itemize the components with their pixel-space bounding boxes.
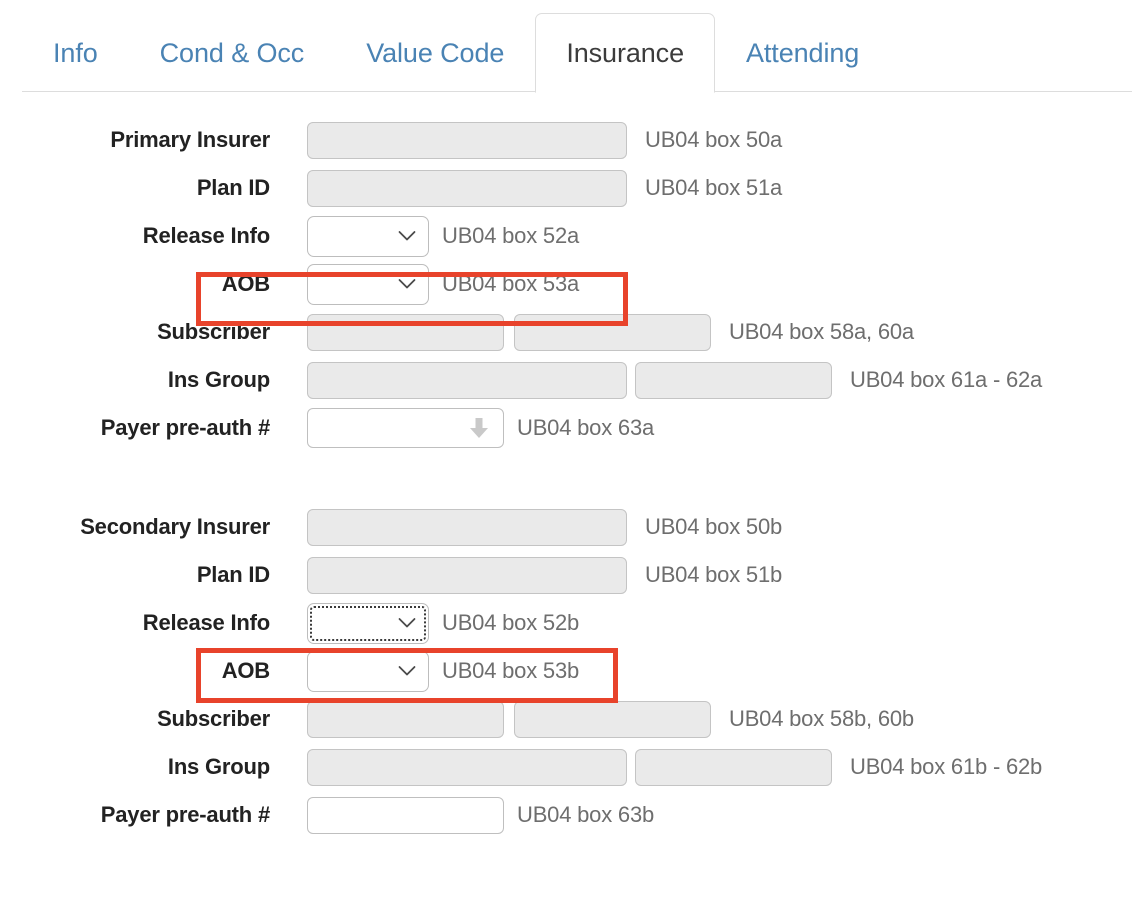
row-secondary-plan-id: Plan ID UB04 box 51b: [0, 551, 1132, 599]
row-primary-payer-preauth: Payer pre-auth # UB04 box 63a: [0, 404, 1132, 452]
tab-list: Info Cond & Occ Value Code Insurance Att…: [22, 0, 1132, 93]
helper-primary-aob: UB04 box 53a: [442, 271, 580, 296]
row-primary-aob: AOB UB04 box 53a: [0, 260, 1132, 308]
row-secondary-payer-preauth: Payer pre-auth # UB04 box 63b: [0, 791, 1132, 839]
fields-primary-insurer: UB04 box 50a: [307, 121, 783, 159]
secondary-ins-group-first-input[interactable]: [307, 748, 627, 786]
label-primary-subscriber: Subscriber: [157, 319, 270, 344]
row-secondary-insurer: Secondary Insurer UB04 box 50b: [0, 503, 1132, 551]
fields-primary-ins-group: UB04 box 61a - 62a: [307, 361, 1043, 399]
fields-primary-aob: UB04 box 53a: [307, 263, 580, 305]
primary-payer-preauth-input[interactable]: [307, 408, 504, 448]
label-primary-release-info: Release Info: [142, 223, 270, 248]
secondary-insurance-section: Secondary Insurer UB04 box 50b Plan ID U…: [0, 503, 1132, 839]
primary-ins-group-second-input[interactable]: [635, 361, 832, 399]
primary-aob-select[interactable]: [307, 263, 429, 305]
row-primary-plan-id: Plan ID UB04 box 51a: [0, 164, 1132, 212]
tab-cond-occ-label: Cond & Occ: [159, 38, 305, 68]
primary-release-info-select[interactable]: [307, 215, 429, 257]
tab-attending[interactable]: Attending: [715, 13, 890, 92]
label-secondary-aob: AOB: [221, 658, 270, 683]
helper-secondary-plan-id: UB04 box 51b: [645, 562, 783, 587]
insurance-form: Primary Insurer UB04 box 50a Plan ID UB0…: [0, 92, 1132, 839]
primary-plan-id-input[interactable]: [307, 169, 627, 207]
fields-primary-payer-preauth: UB04 box 63a: [307, 408, 654, 448]
label-secondary-release-info: Release Info: [142, 610, 270, 635]
label-primary-ins-group: Ins Group: [167, 367, 270, 392]
row-secondary-subscriber: Subscriber UB04 box 58b, 60b: [0, 695, 1132, 743]
fields-primary-subscriber: UB04 box 58a, 60a: [307, 313, 914, 351]
fields-secondary-payer-preauth: UB04 box 63b: [307, 796, 655, 834]
primary-insurer-input[interactable]: [307, 121, 627, 159]
helper-primary-subscriber: UB04 box 58a, 60a: [729, 319, 914, 344]
tab-value-code-label: Value Code: [366, 38, 505, 68]
row-secondary-ins-group: Ins Group UB04 box 61b - 62b: [0, 743, 1132, 791]
tab-cond-occ[interactable]: Cond & Occ: [129, 13, 336, 92]
row-secondary-release-info: Release Info UB04 box 52b: [0, 599, 1132, 647]
secondary-insurer-input[interactable]: [307, 508, 627, 546]
helper-primary-release-info: UB04 box 52a: [442, 223, 580, 248]
fields-primary-release-info: UB04 box 52a: [307, 215, 580, 257]
label-primary-payer-preauth: Payer pre-auth #: [100, 415, 270, 440]
secondary-release-info-select[interactable]: [307, 602, 429, 644]
tab-bar: Info Cond & Occ Value Code Insurance Att…: [0, 0, 1132, 93]
helper-primary-payer-preauth: UB04 box 63a: [517, 415, 655, 440]
chevron-down-icon: [398, 231, 416, 242]
secondary-subscriber-first-input[interactable]: [307, 700, 504, 738]
secondary-subscriber-second-input[interactable]: [514, 700, 711, 738]
fields-secondary-release-info: UB04 box 52b: [307, 602, 580, 644]
fields-secondary-ins-group: UB04 box 61b - 62b: [307, 748, 1043, 786]
helper-primary-plan-id: UB04 box 51a: [645, 175, 783, 200]
fields-secondary-insurer: UB04 box 50b: [307, 508, 783, 546]
helper-secondary-subscriber: UB04 box 58b, 60b: [729, 706, 914, 731]
tab-info[interactable]: Info: [22, 13, 129, 92]
primary-subscriber-first-input[interactable]: [307, 313, 504, 351]
label-secondary-ins-group: Ins Group: [167, 754, 270, 779]
secondary-plan-id-input[interactable]: [307, 556, 627, 594]
label-primary-plan-id: Plan ID: [196, 175, 270, 200]
section-divider-spacer: [0, 452, 1132, 503]
chevron-down-icon: [398, 618, 416, 629]
row-secondary-aob: AOB UB04 box 53b: [0, 647, 1132, 695]
tab-value-code[interactable]: Value Code: [335, 13, 535, 92]
helper-secondary-payer-preauth: UB04 box 63b: [517, 802, 655, 827]
chevron-down-icon: [398, 666, 416, 677]
helper-secondary-ins-group: UB04 box 61b - 62b: [850, 754, 1043, 779]
fields-secondary-aob: UB04 box 53b: [307, 650, 580, 692]
helper-secondary-aob: UB04 box 53b: [442, 658, 580, 683]
secondary-ins-group-second-input[interactable]: [635, 748, 832, 786]
tab-insurance[interactable]: Insurance: [535, 13, 715, 93]
row-primary-ins-group: Ins Group UB04 box 61a - 62a: [0, 356, 1132, 404]
arrow-down-icon[interactable]: [468, 416, 490, 440]
secondary-payer-preauth-input[interactable]: [307, 796, 504, 834]
primary-subscriber-second-input[interactable]: [514, 313, 711, 351]
label-secondary-insurer: Secondary Insurer: [80, 514, 270, 539]
primary-ins-group-first-input[interactable]: [307, 361, 627, 399]
label-primary-insurer: Primary Insurer: [110, 127, 270, 152]
helper-secondary-insurer: UB04 box 50b: [645, 514, 783, 539]
tab-info-label: Info: [53, 38, 98, 68]
fields-secondary-subscriber: UB04 box 58b, 60b: [307, 700, 914, 738]
label-secondary-subscriber: Subscriber: [157, 706, 270, 731]
label-secondary-payer-preauth: Payer pre-auth #: [100, 802, 270, 827]
tab-insurance-label: Insurance: [566, 38, 684, 68]
fields-secondary-plan-id: UB04 box 51b: [307, 556, 783, 594]
label-primary-aob: AOB: [221, 271, 270, 296]
primary-insurance-section: Primary Insurer UB04 box 50a Plan ID UB0…: [0, 116, 1132, 452]
row-primary-release-info: Release Info UB04 box 52a: [0, 212, 1132, 260]
label-secondary-plan-id: Plan ID: [196, 562, 270, 587]
helper-primary-ins-group: UB04 box 61a - 62a: [850, 367, 1043, 392]
helper-secondary-release-info: UB04 box 52b: [442, 610, 580, 635]
secondary-aob-select[interactable]: [307, 650, 429, 692]
row-primary-subscriber: Subscriber UB04 box 58a, 60a: [0, 308, 1132, 356]
chevron-down-icon: [398, 279, 416, 290]
row-primary-insurer: Primary Insurer UB04 box 50a: [0, 116, 1132, 164]
helper-primary-insurer: UB04 box 50a: [645, 127, 783, 152]
fields-primary-plan-id: UB04 box 51a: [307, 169, 783, 207]
tab-attending-label: Attending: [746, 38, 860, 68]
